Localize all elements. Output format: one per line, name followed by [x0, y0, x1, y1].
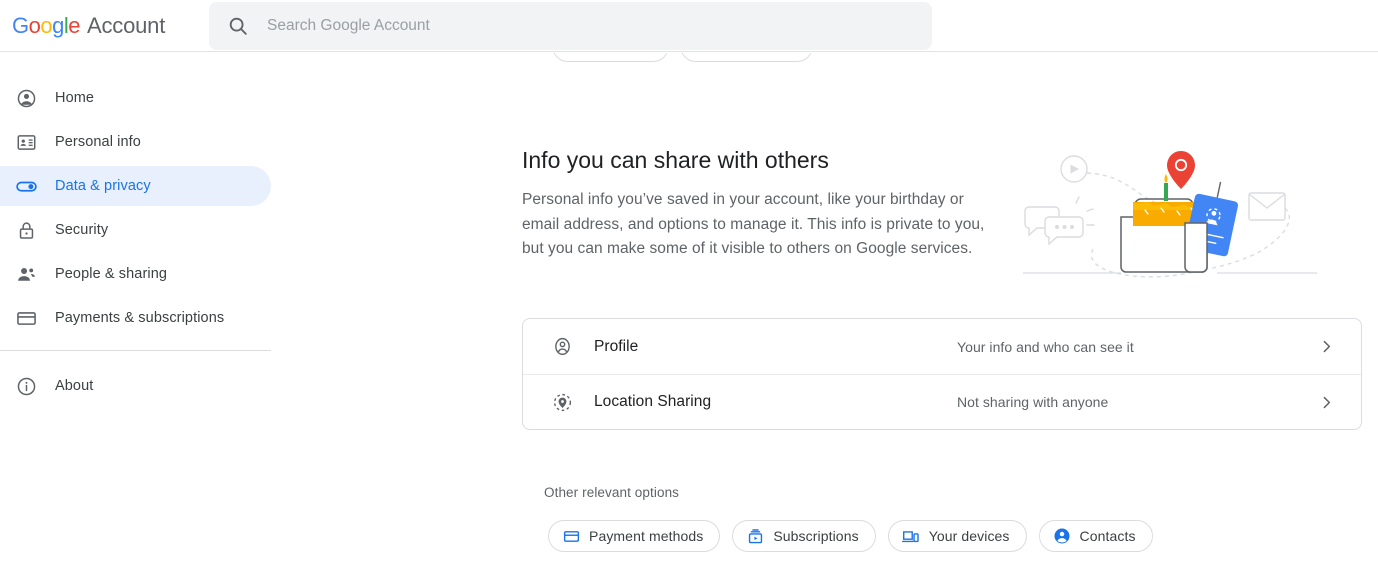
- search-box[interactable]: [209, 2, 932, 50]
- chip-label: Subscriptions: [773, 528, 859, 544]
- info-icon: [14, 374, 38, 398]
- sidebar-item-people-sharing[interactable]: People & sharing: [0, 254, 271, 294]
- share-info-illustration: [1021, 145, 1341, 290]
- page-description: Personal info you’ve saved in your accou…: [522, 191, 985, 257]
- search-icon: [227, 15, 249, 37]
- sidebar-item-label: Security: [55, 222, 109, 238]
- chip-label: Contacts: [1079, 528, 1136, 544]
- scrolled-chip-partial-1[interactable]: [552, 53, 669, 62]
- chip-subscriptions[interactable]: Subscriptions: [732, 520, 876, 552]
- account-circle-icon: [14, 86, 38, 110]
- google-logo: Google: [12, 12, 81, 38]
- sidebar-divider: [0, 350, 271, 351]
- sidebar-item-label: Home: [55, 90, 95, 106]
- chip-label: Your devices: [928, 528, 1010, 544]
- product-name: Account: [87, 12, 166, 38]
- toggle-on-icon: [14, 174, 38, 198]
- sidebar-item-label: About: [55, 378, 94, 394]
- hero-section: Info you can share with others Personal …: [522, 145, 997, 262]
- sidebar: Home Personal info Data & privacy Securi…: [0, 53, 271, 573]
- credit-card-icon: [562, 527, 580, 545]
- chip-payment-methods[interactable]: Payment methods: [548, 520, 721, 552]
- scrolled-chip-partial-2[interactable]: [680, 53, 813, 62]
- sidebar-item-label: People & sharing: [55, 266, 168, 282]
- settings-card: Profile Your info and who can see it Loc…: [522, 318, 1362, 430]
- people-icon: [14, 262, 38, 286]
- account-circle-filled-icon: [1053, 527, 1071, 545]
- card-row-value: Not sharing with anyone: [957, 394, 1109, 410]
- lock-icon: [14, 218, 38, 242]
- subscriptions-icon: [746, 527, 764, 545]
- sidebar-item-home[interactable]: Home: [0, 78, 271, 118]
- chevron-right-icon[interactable]: [1318, 338, 1335, 355]
- sidebar-item-label: Data & privacy: [55, 178, 151, 194]
- page-title: Info you can share with others: [522, 147, 829, 173]
- brand[interactable]: Google Account: [12, 13, 165, 39]
- chip-label: Payment methods: [589, 528, 704, 544]
- card-row-profile[interactable]: Profile Your info and who can see it: [523, 319, 1361, 374]
- chevron-right-icon[interactable]: [1318, 394, 1335, 411]
- app-header: Google Account: [0, 0, 1378, 52]
- sidebar-item-about[interactable]: About: [0, 366, 271, 406]
- chip-your-devices[interactable]: Your devices: [887, 520, 1027, 552]
- location-pin-dashed-icon: [550, 390, 574, 414]
- account-circle-outline-icon: [550, 335, 574, 359]
- devices-icon: [902, 527, 920, 545]
- sidebar-item-label: Payments & subscriptions: [55, 310, 225, 326]
- sidebar-item-personal-info[interactable]: Personal info: [0, 122, 271, 162]
- main-content: Info you can share with others Personal …: [271, 53, 1378, 573]
- chip-contacts[interactable]: Contacts: [1038, 520, 1153, 552]
- contact-card-icon: [14, 130, 38, 154]
- sidebar-item-security[interactable]: Security: [0, 210, 271, 250]
- credit-card-icon: [14, 306, 38, 330]
- sidebar-item-data-privacy[interactable]: Data & privacy: [0, 166, 271, 206]
- card-row-location-sharing[interactable]: Location Sharing Not sharing with anyone: [523, 374, 1361, 429]
- search-input[interactable]: [265, 2, 865, 50]
- other-options-chips: Payment methods Subscriptions Your devic…: [548, 520, 1153, 552]
- other-options-label: Other relevant options: [544, 485, 680, 500]
- card-row-title: Profile: [594, 337, 639, 355]
- card-row-value: Your info and who can see it: [957, 338, 1134, 355]
- card-row-title: Location Sharing: [594, 393, 712, 410]
- sidebar-item-label: Personal info: [55, 134, 141, 150]
- sidebar-item-payments-subscriptions[interactable]: Payments & subscriptions: [0, 298, 271, 338]
